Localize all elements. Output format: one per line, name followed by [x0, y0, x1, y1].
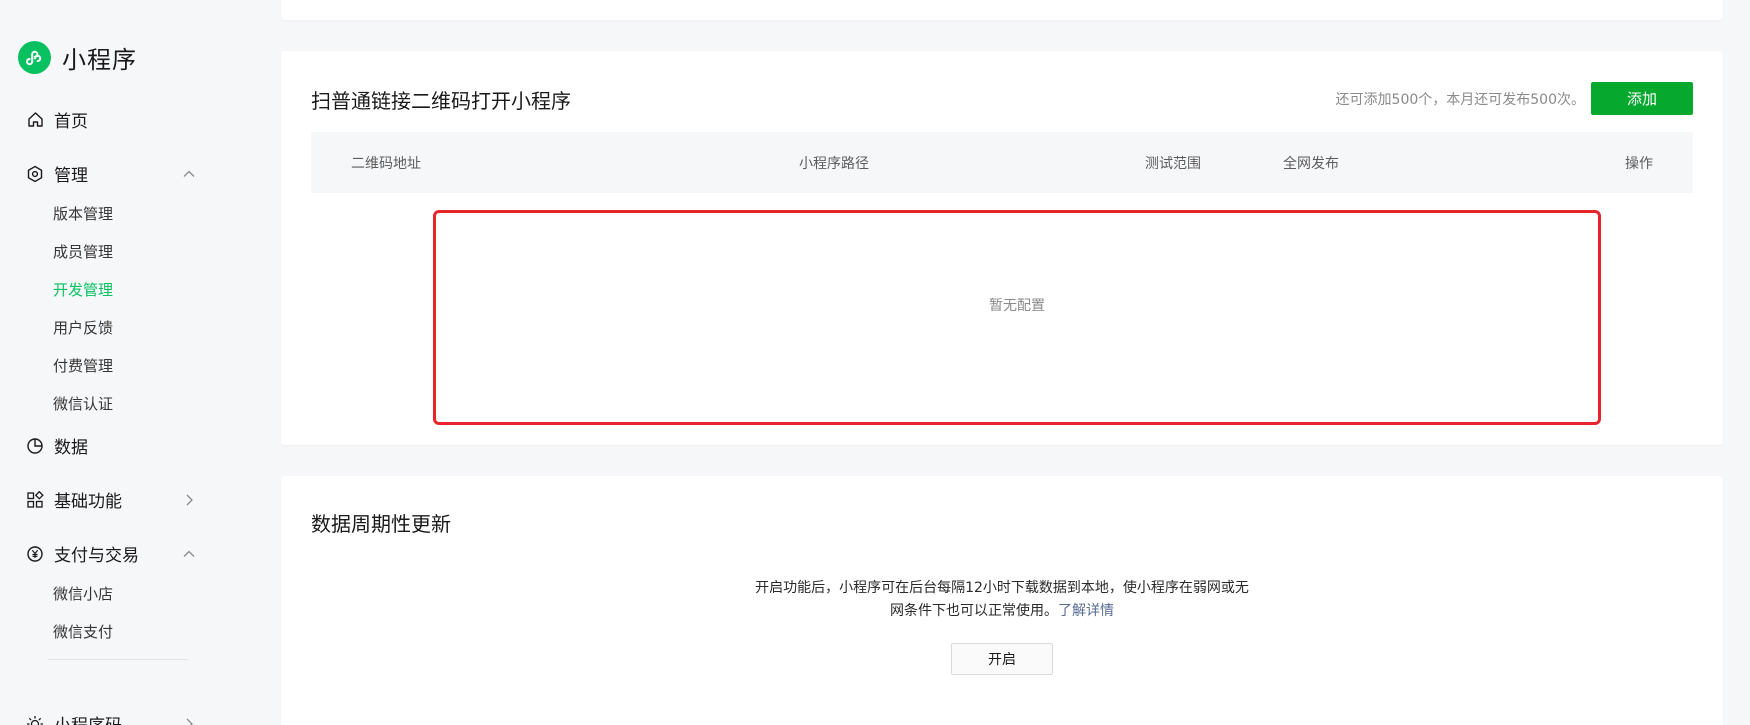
mini-program-logo-icon [18, 41, 51, 74]
column-header-path: 小程序路径 [799, 155, 869, 172]
sidebar-item-label: 小程序码 [54, 711, 122, 725]
sidebar-item-manage[interactable]: 管理 [26, 161, 196, 186]
yen-circle-icon [26, 545, 44, 563]
sidebar-item-billing[interactable]: 付费管理 [53, 355, 113, 376]
pie-chart-icon [26, 437, 44, 455]
chevron-up-icon [183, 170, 195, 177]
empty-state-text: 暂无配置 [989, 298, 1045, 314]
sidebar-item-basic[interactable]: 基础功能 [26, 487, 196, 512]
sidebar-item-wechat-shop[interactable]: 微信小店 [53, 583, 113, 604]
sync-description-text: 网条件下也可以正常使用。 [890, 603, 1058, 619]
sidebar-item-label: 管理 [54, 166, 88, 186]
brand[interactable]: 小程序 [18, 40, 137, 75]
sidebar-item-dev[interactable]: 开发管理 [53, 279, 113, 300]
chevron-right-icon [186, 718, 193, 725]
learn-more-link[interactable]: 了解详情 [1058, 603, 1114, 619]
chevron-up-icon [183, 550, 195, 557]
brand-title: 小程序 [62, 46, 137, 74]
sync-description: 开启功能后，小程序可在后台每隔12小时下载数据到本地，使小程序在弱网或无 网条件… [281, 577, 1723, 623]
manage-hexagon-icon [26, 165, 44, 183]
sync-section-title: 数据周期性更新 [311, 512, 451, 536]
sidebar-divider [48, 659, 188, 660]
sidebar-item-label: 支付与交易 [54, 546, 139, 566]
enable-button[interactable]: 开启 [951, 643, 1053, 675]
home-icon [26, 111, 44, 129]
sidebar-item-verify[interactable]: 微信认证 [53, 393, 113, 414]
sidebar-item-label: 数据 [54, 438, 88, 458]
qr-section-title: 扫普通链接二维码打开小程序 [311, 89, 571, 113]
sidebar: 小程序 首页 管理 版本管理 成员管理 开发管理 用户反馈 付费管理 微信认证 … [0, 0, 255, 725]
sync-description-line2: 网条件下也可以正常使用。了解详情 [281, 600, 1723, 623]
sun-icon [26, 715, 44, 725]
column-header-publish: 全网发布 [1283, 155, 1339, 172]
sync-description-line1: 开启功能后，小程序可在后台每隔12小时下载数据到本地，使小程序在弱网或无 [755, 580, 1249, 596]
data-sync-card: 数据周期性更新 开启功能后，小程序可在后台每隔12小时下载数据到本地，使小程序在… [281, 476, 1723, 725]
column-header-test-scope: 测试范围 [1145, 155, 1201, 172]
table-header: 二维码地址 小程序路径 测试范围 全网发布 操作 [311, 132, 1693, 193]
sidebar-item-label: 首页 [54, 112, 88, 132]
sidebar-item-qrcode[interactable]: 小程序码 [26, 711, 196, 725]
empty-state-highlight: 暂无配置 [433, 210, 1601, 425]
sidebar-item-version[interactable]: 版本管理 [53, 203, 113, 224]
sidebar-item-feedback[interactable]: 用户反馈 [53, 317, 113, 338]
previous-card [281, 0, 1723, 20]
sidebar-item-data[interactable]: 数据 [26, 433, 196, 458]
add-button[interactable]: 添加 [1591, 82, 1693, 115]
chevron-right-icon [186, 494, 193, 505]
sidebar-item-wechat-pay[interactable]: 微信支付 [53, 621, 113, 642]
column-header-qr-url: 二维码地址 [351, 155, 421, 172]
column-header-actions: 操作 [1625, 155, 1653, 172]
quota-text: 还可添加500个，本月还可发布500次。 [1335, 92, 1585, 108]
qr-link-card: 扫普通链接二维码打开小程序 还可添加500个，本月还可发布500次。 添加 二维… [281, 51, 1723, 445]
sidebar-item-label: 基础功能 [54, 492, 122, 512]
sidebar-item-members[interactable]: 成员管理 [53, 241, 113, 262]
sidebar-item-pay[interactable]: 支付与交易 [26, 541, 196, 566]
sidebar-item-home[interactable]: 首页 [26, 107, 196, 132]
apps-grid-icon [26, 490, 44, 509]
